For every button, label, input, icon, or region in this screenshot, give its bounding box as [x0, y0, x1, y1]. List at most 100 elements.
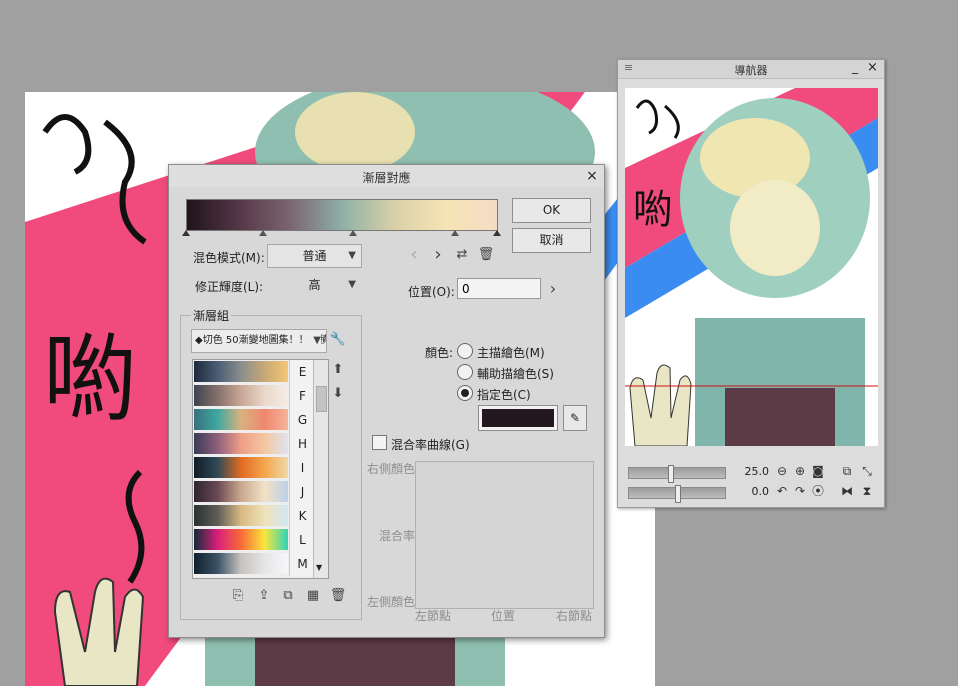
- list-item[interactable]: J: [193, 480, 328, 504]
- blend-curve-label: 混合率曲線(G): [391, 438, 470, 452]
- gradient-stop[interactable]: [349, 230, 357, 236]
- ok-button[interactable]: OK: [512, 198, 591, 223]
- gradient-stop[interactable]: [259, 230, 267, 236]
- luminance-select[interactable]: 高 ▼: [267, 273, 362, 297]
- preset-gradient-swatch: [194, 505, 288, 526]
- rotation-row: 0.0 ↶ ↷ ⦿ ⧓ ⧗: [625, 483, 878, 503]
- gradient-set-value: ◆切色 50漸變地圖集！！（積: [195, 335, 327, 346]
- reset-rotation-icon[interactable]: ⦿: [811, 484, 825, 498]
- preset-gradient-swatch: [194, 433, 288, 454]
- curve-position-label: 位置: [491, 609, 516, 623]
- move-down-icon[interactable]: ⬇: [329, 385, 347, 403]
- blend-mode-label: 混色模式(M):: [193, 251, 265, 265]
- fit-canvas-icon[interactable]: ⤡: [860, 464, 874, 478]
- blend-mode-select[interactable]: 普通 ▼: [267, 244, 362, 268]
- navigator-titlebar[interactable]: ≡ 導航器 _ ×: [618, 60, 884, 79]
- rotate-left-icon[interactable]: ↶: [775, 484, 789, 498]
- chevron-down-icon: ▼: [348, 250, 356, 261]
- dialog-close-icon[interactable]: ×: [583, 167, 601, 185]
- radio-sub-color[interactable]: [457, 364, 473, 380]
- flip-horizontal-icon[interactable]: ⧓: [840, 484, 854, 498]
- add-gradient-icon[interactable]: ⎘: [229, 587, 247, 605]
- preset-letter: K: [289, 504, 315, 528]
- preset-gradient-swatch: [194, 457, 288, 478]
- handwritten-character: 喲: [43, 325, 138, 435]
- eyedropper-icon[interactable]: ✎: [563, 405, 587, 431]
- close-icon[interactable]: ×: [867, 60, 878, 75]
- chevron-down-icon: ▼: [348, 279, 356, 290]
- list-item[interactable]: M: [193, 552, 328, 576]
- fit-window-icon[interactable]: ⧉: [840, 464, 854, 478]
- zoom-row: 25.0 ⊖ ⊕ ◙ ⧉ ⤡: [625, 463, 878, 483]
- cancel-button[interactable]: 取消: [512, 228, 591, 253]
- gradient-set-label: 漸層組: [191, 307, 232, 324]
- list-item[interactable]: G: [193, 408, 328, 432]
- radio-sub-color-label: 輔助描繪色(S): [477, 367, 554, 381]
- specified-color-swatch-frame[interactable]: [478, 405, 558, 431]
- curve-left-color-label: 左側顏色: [367, 595, 416, 609]
- import-gradient-icon[interactable]: ⇪: [255, 587, 273, 605]
- duplicate-gradient-icon[interactable]: ⧉: [279, 587, 297, 605]
- curve-blend-rate-label: 混合率: [379, 529, 416, 543]
- preset-letter: I: [289, 456, 315, 480]
- wrench-icon[interactable]: 🔧: [329, 331, 347, 349]
- reverse-gradient-icon[interactable]: ⇄: [453, 246, 471, 264]
- preset-gradient-swatch: [194, 361, 288, 382]
- scroll-down-icon[interactable]: ▼: [316, 563, 322, 572]
- gradient-stop-left[interactable]: [182, 230, 190, 236]
- list-item[interactable]: K: [193, 504, 328, 528]
- gradient-bar[interactable]: [186, 199, 498, 231]
- list-item[interactable]: E: [193, 360, 328, 384]
- gradient-stop[interactable]: [451, 230, 459, 236]
- chevron-right-icon[interactable]: ›: [544, 280, 562, 298]
- preset-gradient-swatch: [194, 481, 288, 502]
- scrollbar-thumb[interactable]: [316, 386, 327, 412]
- minimize-icon[interactable]: _: [852, 60, 858, 74]
- character-hand: [53, 577, 145, 686]
- zoom-in-icon[interactable]: ⊕: [793, 464, 807, 478]
- previous-stop-icon[interactable]: ‹: [405, 246, 423, 264]
- svg-text:喲: 喲: [633, 187, 673, 233]
- rotate-right-icon[interactable]: ↷: [793, 484, 807, 498]
- hair-highlight: [295, 92, 415, 172]
- rotation-slider[interactable]: [628, 485, 726, 503]
- curve-right-node-label: 右節點: [556, 609, 593, 623]
- gradient-settings-icon[interactable]: ▦: [304, 587, 322, 605]
- radio-main-color[interactable]: [457, 343, 473, 359]
- radio-specified-color[interactable]: [457, 385, 473, 401]
- preset-gradient-swatch: [194, 529, 288, 550]
- dialog-titlebar[interactable]: 漸層對應 ×: [169, 165, 604, 187]
- next-stop-icon[interactable]: ›: [429, 246, 447, 264]
- move-up-icon[interactable]: ⬆: [329, 361, 347, 379]
- actual-size-icon[interactable]: ◙: [811, 464, 825, 478]
- luminance-label: 修正輝度(L):: [195, 280, 264, 294]
- flip-vertical-icon[interactable]: ⧗: [860, 484, 874, 498]
- list-item[interactable]: L: [193, 528, 328, 552]
- preset-gradient-swatch: [194, 385, 288, 406]
- delete-stop-icon[interactable]: 🗑: [477, 246, 495, 264]
- position-input[interactable]: [457, 278, 541, 299]
- list-item[interactable]: H: [193, 432, 328, 456]
- luminance-value: 高: [308, 278, 321, 292]
- curve-right-color-label: 右側顏色: [367, 462, 416, 476]
- blend-curve-graph: [415, 461, 594, 609]
- navigator-title: 導航器: [734, 64, 768, 77]
- list-item[interactable]: I: [193, 456, 328, 480]
- list-scrollbar[interactable]: ▼: [313, 360, 328, 578]
- preview-thumbnail: 喲: [625, 88, 878, 446]
- radio-main-color-label: 主描繪色(M): [477, 346, 545, 360]
- zoom-out-icon[interactable]: ⊖: [775, 464, 789, 478]
- delete-gradient-icon[interactable]: 🗑: [329, 587, 347, 605]
- rotation-slider-thumb[interactable]: [675, 485, 681, 503]
- navigator-preview[interactable]: 喲: [625, 88, 878, 446]
- preset-letter: F: [289, 384, 315, 408]
- gradient-preset-list[interactable]: EFGHIJKLM ▼: [192, 359, 329, 579]
- blend-curve-checkbox[interactable]: [372, 435, 387, 450]
- blend-mode-value: 普通: [302, 249, 327, 263]
- gradient-set-select[interactable]: ◆切色 50漸變地圖集！！（積 ▼: [191, 329, 327, 353]
- gradient-stop-right[interactable]: [493, 230, 501, 236]
- zoom-slider-thumb[interactable]: [667, 465, 674, 483]
- preset-letter: L: [289, 528, 315, 552]
- zoom-slider[interactable]: [628, 465, 726, 483]
- list-item[interactable]: F: [193, 384, 328, 408]
